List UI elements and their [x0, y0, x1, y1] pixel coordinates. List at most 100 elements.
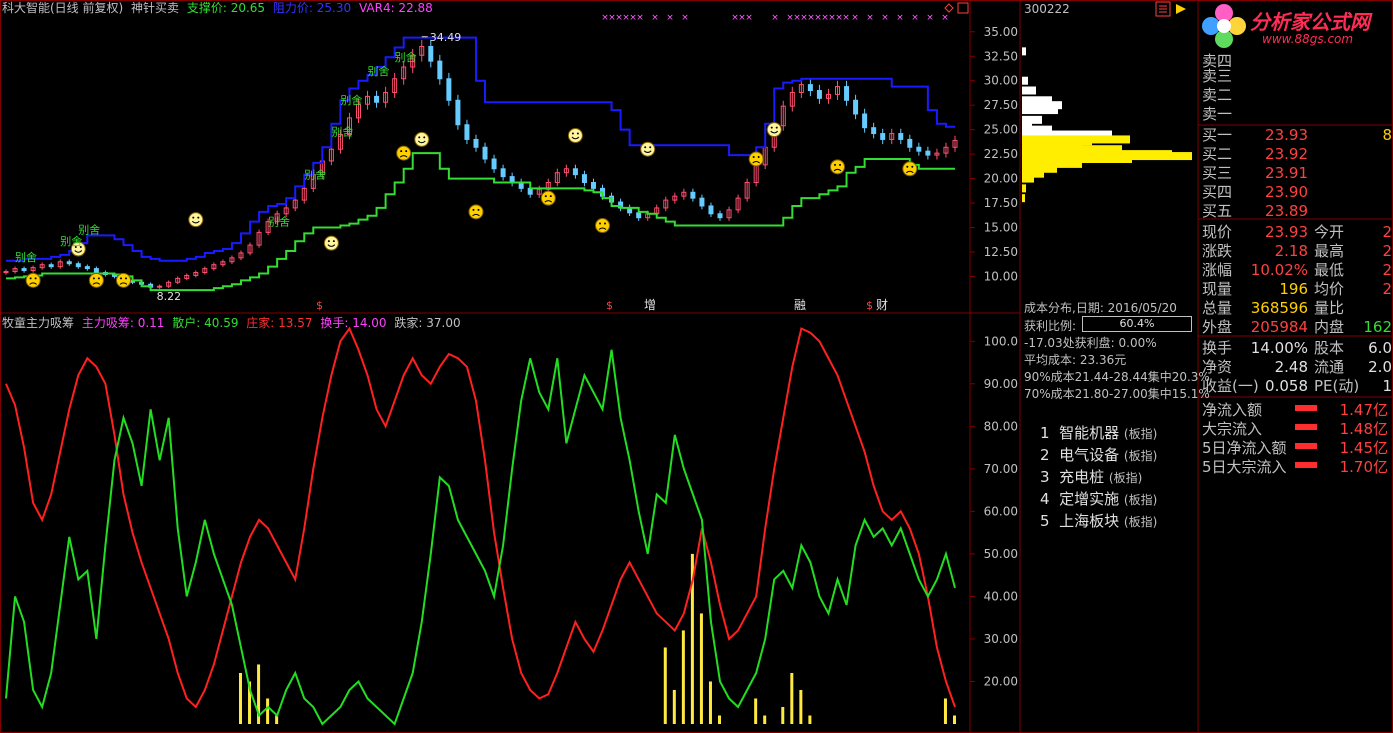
flow-value: 1.45亿 — [1339, 439, 1388, 457]
sub-tick-label: 30.00 — [984, 632, 1018, 646]
candle-body — [66, 261, 72, 265]
happy-face-icon — [567, 128, 583, 144]
flow-label: 净流入额 — [1202, 401, 1263, 419]
sad-face-icon — [88, 272, 104, 288]
price-tick-label: 20.00 — [984, 172, 1018, 186]
sad-face-icon-eye — [834, 163, 837, 166]
top-x-marker: × — [896, 13, 904, 23]
sad-face-icon — [902, 161, 918, 177]
price-tick-label: 15.00 — [984, 221, 1018, 235]
event-marker-s: $ — [316, 299, 323, 312]
candle-body — [898, 133, 904, 140]
price-tick-label: 25.00 — [984, 123, 1018, 137]
candle-body — [907, 138, 913, 148]
flow-value: 1.47亿 — [1339, 401, 1388, 419]
candle-body — [690, 191, 696, 199]
candle-body — [844, 86, 850, 101]
candle-body — [84, 266, 90, 270]
cost-bar — [1022, 174, 1034, 183]
candle-body — [500, 168, 506, 178]
flow-bar — [1295, 443, 1317, 449]
price-tick-label: 22.50 — [984, 147, 1018, 161]
price-tick-label: 17.50 — [984, 196, 1018, 210]
sad-face-icon-eye — [472, 208, 475, 211]
sub-tick-label: 70.00 — [984, 462, 1018, 476]
retail-line — [5, 349, 956, 726]
sad-face-icon-eye — [477, 208, 480, 211]
candle-body — [853, 99, 859, 115]
support-price: 支撑价: 20.65 — [186, 1, 266, 15]
sad-face-icon-eye — [549, 195, 552, 198]
top-x-marker: × — [911, 13, 919, 23]
bie-she-marker: 别舍 — [15, 250, 37, 264]
chart-canvas: 35.00 32.50 30.00 27.50 25.00 22.50 20.00 17.50… — [0, 0, 1393, 733]
retail-value: 散户: 40.59 — [172, 316, 239, 330]
sub-chart-header: 牧童主力吸筹 主力吸筹: 0.11 散户: 40.59 庄家: 13.57 换手… — [2, 316, 465, 330]
candle-body — [807, 84, 813, 91]
sad-face-icon — [540, 190, 556, 206]
sector-item[interactable]: 5 上海板块 (板指) — [1040, 510, 1157, 531]
main-absorb-value: 主力吸筹: 0.11 — [81, 316, 165, 330]
flow-bar — [1295, 462, 1317, 468]
happy-face-icon — [766, 122, 782, 138]
candle-body — [636, 212, 642, 219]
volume-bar — [799, 689, 803, 724]
top-x-marker: × — [666, 13, 674, 23]
sub-indicator-name[interactable]: 牧童主力吸筹 — [2, 316, 74, 330]
flow-label: 5日净流入额 — [1202, 439, 1287, 457]
candle-body — [916, 146, 922, 152]
sad-face-icon-eye — [544, 195, 547, 198]
cost-bar — [1022, 76, 1028, 85]
bie-she-marker: 别舍 — [268, 215, 290, 229]
volume-bar — [238, 672, 242, 724]
candle-body — [581, 174, 587, 183]
top-x-marker: × — [941, 13, 949, 23]
cost-bar — [1022, 194, 1025, 203]
candle-body — [871, 127, 877, 135]
happy-face-icon-eye — [576, 132, 579, 135]
sad-face-icon-eye — [34, 277, 37, 280]
logo-text: 分析家公式网 — [1250, 10, 1370, 34]
sector-item[interactable]: 3 充电桩 (板指) — [1040, 466, 1142, 487]
sad-face-icon — [115, 272, 131, 288]
price-tick-label: 30.00 — [984, 74, 1018, 88]
sub-tick-label: 100.0 — [984, 334, 1018, 348]
diamond-icon — [944, 3, 954, 13]
top-x-marker: × — [651, 13, 659, 23]
event-marker-zeng: 增 — [644, 298, 656, 312]
bie-she-marker: 别舍 — [368, 64, 390, 78]
cost-bar — [1022, 184, 1026, 193]
sector-item[interactable]: 2 电气设备 (板指) — [1040, 444, 1157, 465]
sector-item[interactable]: 1 智能机器 (板指) — [1040, 422, 1157, 443]
main-chart-header: 科大智能(日线 前复权) 神针买卖 支撑价: 20.65 阻力价: 25.30 … — [2, 1, 437, 15]
happy-face-icon-eye — [649, 146, 652, 149]
indicator-name[interactable]: 神针买卖 — [131, 1, 179, 15]
volume-bar — [943, 698, 947, 724]
cost-line-4: 70%成本21.80-27.00集中15.1% — [1024, 387, 1210, 401]
sector-item[interactable]: 4 定增实施 (板指) — [1040, 488, 1157, 509]
sad-face-icon-eye — [757, 156, 760, 158]
top-x-marker: × — [842, 13, 850, 23]
volume-bar — [808, 715, 812, 724]
happy-face-icon — [414, 131, 430, 147]
outer-frame — [0, 0, 1393, 733]
happy-face-icon-eye — [332, 240, 335, 243]
sell-2-label: 卖二 — [1202, 86, 1233, 104]
price-tick-label: 12.50 — [984, 245, 1018, 259]
sad-face-icon — [396, 145, 412, 161]
happy-face-icon-eye — [192, 216, 195, 219]
banker-line — [5, 326, 956, 709]
event-marker-s: $ — [866, 299, 873, 312]
happy-face-icon-eye — [571, 132, 574, 135]
happy-face-icon-eye — [423, 136, 426, 139]
top-x-marker: × — [745, 13, 753, 23]
sell-1-label: 卖一 — [1202, 105, 1233, 123]
volume-bar — [754, 698, 758, 724]
candle-body — [464, 124, 470, 140]
candle-body — [482, 146, 488, 160]
event-marker-s: $ — [606, 299, 613, 312]
sub-tick-label: 90.00 — [984, 377, 1018, 391]
sell-3-label: 卖三 — [1202, 67, 1233, 85]
candle-body — [699, 197, 705, 207]
flow-label: 5日大宗流入 — [1202, 458, 1287, 476]
